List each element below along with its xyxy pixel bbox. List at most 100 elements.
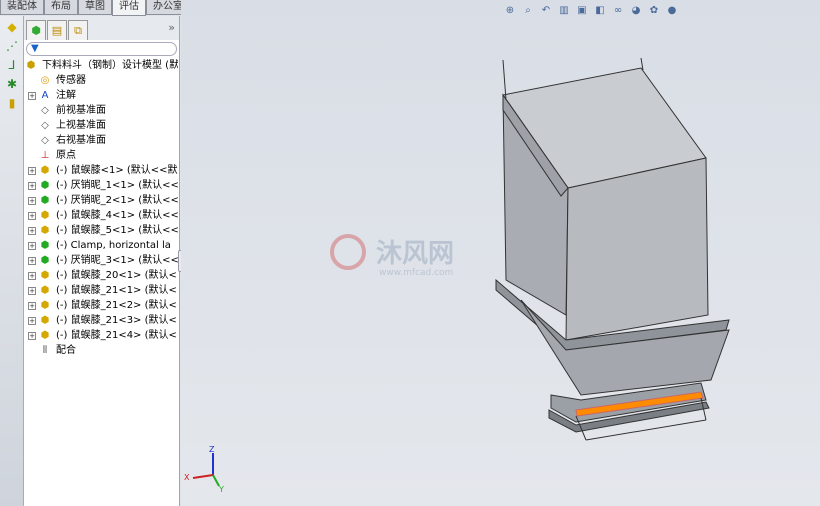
- expand-panel-button[interactable]: »: [168, 21, 175, 34]
- expand-icon[interactable]: +: [28, 226, 36, 235]
- expand-icon[interactable]: +: [28, 316, 36, 325]
- tree-item-label: (-) 鼠蜈膝_21<4> (默认<<: [56, 330, 178, 341]
- part-green-icon: ⬢: [40, 180, 50, 191]
- configuration-manager-icon[interactable]: ⧉: [68, 20, 88, 40]
- sensor-icon: ◎: [40, 75, 50, 86]
- tab-0[interactable]: 装配体: [0, 0, 44, 15]
- part-icon: ⬢: [40, 300, 50, 311]
- feature-tree: ⬢ 下料料斗（钢制）设计模型 (默 ◎ 传感器 + A 注解 ◇ 前视基准面 ◇ 上视基准面 ◇ 右视基…: [24, 58, 178, 358]
- tree-item[interactable]: + ⬢ (-) 鼠蜈膝_21<4> (默认<<: [24, 328, 178, 343]
- plane-icon: ◇: [41, 105, 49, 116]
- tree-item[interactable]: + ⬢ (-) 鼠蜈膝_4<1> (默认<<默: [24, 208, 178, 223]
- tree-item[interactable]: + ⬢ (-) Clamp, horizontal la: [24, 238, 178, 253]
- expand-icon[interactable]: +: [28, 256, 36, 265]
- tree-item-label: (-) 厌销昵_3<1> (默认<<默: [56, 255, 178, 266]
- watermark-logo: 沐风网 www.mfcad.com: [330, 234, 454, 278]
- part-green-icon: ⬢: [40, 195, 50, 206]
- expand-icon[interactable]: +: [28, 301, 36, 310]
- reference-geometry-strip: ◆ ⋰ ⅃ ✱ ▮: [0, 16, 24, 506]
- expand-icon[interactable]: +: [28, 166, 36, 175]
- mates-icon: ⫴: [42, 345, 48, 356]
- feature-manager-panel: ⬢ ▤ ⧉» ▼ ⬢ 下料料斗（钢制）设计模型 (默 ◎ 传感器 + A 注解 ◇ 前视基准面 ◇ 上视…: [24, 16, 180, 506]
- part-icon: ⬢: [40, 285, 50, 296]
- tree-item[interactable]: + A 注解: [24, 88, 178, 103]
- mate-reference-icon[interactable]: ▮: [4, 95, 20, 111]
- expand-icon[interactable]: +: [28, 91, 36, 100]
- tree-item[interactable]: ◇ 前视基准面: [24, 103, 178, 118]
- tree-item[interactable]: ◇ 上视基准面: [24, 118, 178, 133]
- expand-icon[interactable]: +: [28, 196, 36, 205]
- part-icon: ⬢: [40, 270, 50, 281]
- tree-item[interactable]: + ⬢ (-) 厌销昵_1<1> (默认<<默: [24, 178, 178, 193]
- property-manager-icon[interactable]: ▤: [47, 20, 67, 40]
- tree-item-label: 上视基准面: [56, 120, 106, 131]
- tree-item[interactable]: + ⬢ (-) 厌销昵_3<1> (默认<<默: [24, 253, 178, 268]
- tree-item-label: (-) 鼠蜈膝_20<1> (默认<<: [56, 270, 178, 281]
- expand-icon[interactable]: +: [28, 211, 36, 220]
- tree-item[interactable]: ◇ 右视基准面: [24, 133, 178, 148]
- part-green-icon: ⬢: [40, 240, 50, 251]
- tree-item[interactable]: + ⬢ (-) 鼠蜈膝_21<3> (默认<<: [24, 313, 178, 328]
- part-icon: ⬢: [40, 165, 50, 176]
- part-icon: ⬢: [40, 225, 50, 236]
- expand-icon[interactable]: +: [28, 241, 36, 250]
- part-icon: ⬢: [40, 315, 50, 326]
- expand-icon[interactable]: +: [28, 271, 36, 280]
- svg-text:沐风网: 沐风网: [376, 239, 454, 269]
- tree-item[interactable]: ⊥ 原点: [24, 148, 178, 163]
- part-green-icon: ⬢: [40, 255, 50, 266]
- tree-item-label: (-) 厌销昵_2<1> (默认<<默: [56, 195, 178, 206]
- tree-item-label: 下料料斗（钢制）设计模型 (默: [42, 60, 178, 71]
- tree-item-label: (-) Clamp, horizontal la: [56, 240, 171, 251]
- tree-item-label: (-) 鼠蜈膝_21<2> (默认<<: [56, 300, 178, 311]
- coordinate-icon[interactable]: ⅃: [4, 57, 20, 73]
- tab-3[interactable]: 评估: [112, 0, 146, 16]
- expand-icon[interactable]: +: [28, 286, 36, 295]
- tree-item[interactable]: + ⬢ (-) 鼠蜈膝<1> (默认<<默认: [24, 163, 178, 178]
- tree-item-label: (-) 鼠蜈膝_5<1> (默认<<默: [56, 225, 178, 236]
- tree-item-label: 原点: [56, 150, 76, 161]
- feature-manager-icon[interactable]: ⬢: [26, 20, 46, 40]
- tree-item-label: (-) 厌销昵_1<1> (默认<<默: [56, 180, 178, 191]
- triad-y-label: Y: [218, 485, 224, 494]
- assembly-icon: ⬢: [26, 60, 36, 71]
- model-view: 沐风网 www.mfcad.com Z X Y: [184, 57, 730, 494]
- origin-icon: ⊥: [40, 150, 50, 161]
- tree-item-label: (-) 鼠蜈膝_4<1> (默认<<默: [56, 210, 178, 221]
- svg-text:www.mfcad.com: www.mfcad.com: [379, 268, 453, 278]
- tree-item-label: (-) 鼠蜈膝_21<3> (默认<<: [56, 315, 178, 326]
- tree-item[interactable]: + ⬢ (-) 鼠蜈膝_21<2> (默认<<: [24, 298, 178, 313]
- tree-item[interactable]: + ⬢ (-) 鼠蜈膝_20<1> (默认<<: [24, 268, 178, 283]
- tree-item-label: (-) 鼠蜈膝_21<1> (默认<<: [56, 285, 178, 296]
- tab-2[interactable]: 草图: [78, 0, 112, 15]
- tree-item[interactable]: + ⬢ (-) 鼠蜈膝_5<1> (默认<<默: [24, 223, 178, 238]
- triad-x-label: X: [184, 473, 190, 482]
- tree-item[interactable]: + ⬢ (-) 鼠蜈膝_21<1> (默认<<: [24, 283, 178, 298]
- tree-item-label: 配合: [56, 345, 76, 356]
- triad-z-label: Z: [209, 445, 215, 454]
- plane-icon[interactable]: ◆: [4, 19, 20, 35]
- axis-icon[interactable]: ⋰: [4, 38, 20, 54]
- tree-item[interactable]: ◎ 传感器: [24, 73, 178, 88]
- expand-icon[interactable]: +: [28, 331, 36, 340]
- point-icon[interactable]: ✱: [4, 76, 20, 92]
- tree-item-label: 前视基准面: [56, 105, 106, 116]
- part-icon: ⬢: [40, 330, 50, 341]
- plane-icon: ◇: [41, 120, 49, 131]
- tree-item-label: 右视基准面: [56, 135, 106, 146]
- graphics-viewport[interactable]: ⊕ ⌕ ↶ ▥ ▣ ◧ ∞ ◕ ✿ ● 沐风网 www.mfcad.com Z X Y: [181, 0, 820, 506]
- expand-icon[interactable]: +: [28, 181, 36, 190]
- part-icon: ⬢: [40, 210, 50, 221]
- tree-item[interactable]: + ⬢ (-) 厌销昵_2<1> (默认<<默: [24, 193, 178, 208]
- tree-item-label: 传感器: [56, 75, 86, 86]
- hopper-model: [495, 57, 730, 441]
- plane-icon: ◇: [41, 135, 49, 146]
- tree-item[interactable]: ⬢ 下料料斗（钢制）设计模型 (默: [24, 58, 178, 73]
- tree-item[interactable]: ⫴ 配合: [24, 343, 178, 358]
- tree-item-label: (-) 鼠蜈膝<1> (默认<<默认: [56, 165, 178, 176]
- tab-1[interactable]: 布局: [44, 0, 78, 15]
- panel-tabs: ⬢ ▤ ⧉ »: [24, 16, 179, 40]
- tree-item-label: 注解: [56, 90, 76, 101]
- filter-input[interactable]: ▼: [26, 42, 177, 56]
- orientation-triad: Z X Y: [184, 445, 224, 494]
